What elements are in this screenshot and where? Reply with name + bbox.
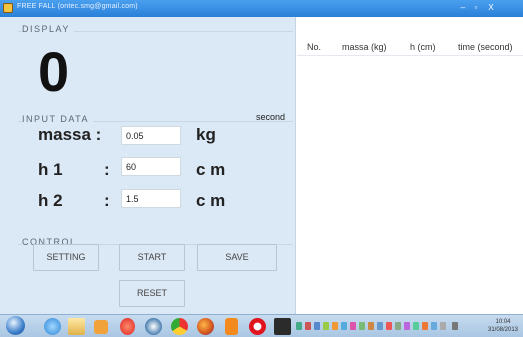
tray-icon[interactable] xyxy=(431,322,437,330)
taskbar: 10:04 31/08/2013 xyxy=(0,314,523,337)
column-header-time[interactable]: time (second) xyxy=(458,42,513,52)
left-panel: DISPLAY 0 second INPUT DATA massa : kg h… xyxy=(0,17,296,314)
chrome-icon[interactable] xyxy=(171,318,188,335)
save-button[interactable]: SAVE xyxy=(197,244,277,271)
column-header-no[interactable]: No. xyxy=(307,42,321,52)
tray-icon[interactable] xyxy=(422,322,428,330)
tray-icon[interactable] xyxy=(404,322,410,330)
taskbar-clock[interactable]: 10:04 31/08/2013 xyxy=(485,318,521,334)
tray-icon[interactable] xyxy=(341,322,347,330)
tray-icon[interactable] xyxy=(296,322,302,330)
speaker-icon[interactable] xyxy=(452,322,458,330)
massa-label: massa : xyxy=(38,125,102,144)
tray-icon[interactable] xyxy=(350,322,356,330)
tray-icon[interactable] xyxy=(332,322,338,330)
ie-icon[interactable] xyxy=(44,318,61,335)
setting-button[interactable]: SETTING xyxy=(33,244,99,271)
reset-button[interactable]: RESET xyxy=(119,280,185,307)
h1-colon: : xyxy=(104,160,110,179)
input-data-group-label: INPUT DATA xyxy=(22,114,94,124)
h1-input[interactable] xyxy=(121,157,181,176)
minimize-button[interactable]: – xyxy=(457,2,469,14)
explorer-icon[interactable] xyxy=(68,318,85,335)
start-orb-icon[interactable] xyxy=(6,316,25,335)
h2-input[interactable] xyxy=(121,189,181,208)
display-value: 0 xyxy=(38,40,70,103)
tray-icon[interactable] xyxy=(314,322,320,330)
tray-icon[interactable] xyxy=(359,322,365,330)
start-button[interactable]: START xyxy=(119,244,185,271)
tray-icon[interactable] xyxy=(305,322,311,330)
massa-unit: kg xyxy=(196,125,216,144)
tray-icon[interactable] xyxy=(440,322,446,330)
media-icon[interactable] xyxy=(94,320,108,334)
display-group-label: DISPLAY xyxy=(22,24,74,34)
h2-colon: : xyxy=(104,191,110,210)
clock-time: 10:04 xyxy=(495,319,511,325)
vlc-icon[interactable] xyxy=(225,318,238,335)
h1-label: h 1 xyxy=(38,160,63,179)
tray-icon[interactable] xyxy=(323,322,329,330)
maximize-button[interactable]: ▫ xyxy=(470,2,482,14)
column-header-h[interactable]: h (cm) xyxy=(410,42,436,52)
window-title: FREE FALL (ontec.smg@gmail.com) xyxy=(17,3,138,10)
column-header-massa[interactable]: massa (kg) xyxy=(342,42,387,52)
tray-icon[interactable] xyxy=(395,322,401,330)
firefox-icon[interactable] xyxy=(197,318,214,335)
clock-date: 31/08/2013 xyxy=(487,327,519,333)
app-icon-taskbar[interactable] xyxy=(274,318,291,335)
massa-input[interactable] xyxy=(121,126,181,145)
title-bar: FREE FALL (ontec.smg@gmail.com) – ▫ X xyxy=(0,0,523,17)
data-table: No. massa (kg) h (cm) time (second) xyxy=(297,17,523,314)
app-icon xyxy=(3,3,13,13)
close-button[interactable]: X xyxy=(484,2,498,14)
opera-icon[interactable] xyxy=(249,318,266,335)
tray-icon[interactable] xyxy=(413,322,419,330)
clock-app-icon[interactable] xyxy=(145,318,162,335)
h1-unit: c m xyxy=(196,160,226,179)
tray-icon[interactable] xyxy=(386,322,392,330)
table-header-divider xyxy=(297,55,523,56)
h2-unit: c m xyxy=(196,191,226,210)
tray-icon[interactable] xyxy=(377,322,383,330)
tray-icon[interactable] xyxy=(368,322,374,330)
paint-icon[interactable] xyxy=(120,318,135,335)
h2-label: h 2 xyxy=(38,191,63,210)
